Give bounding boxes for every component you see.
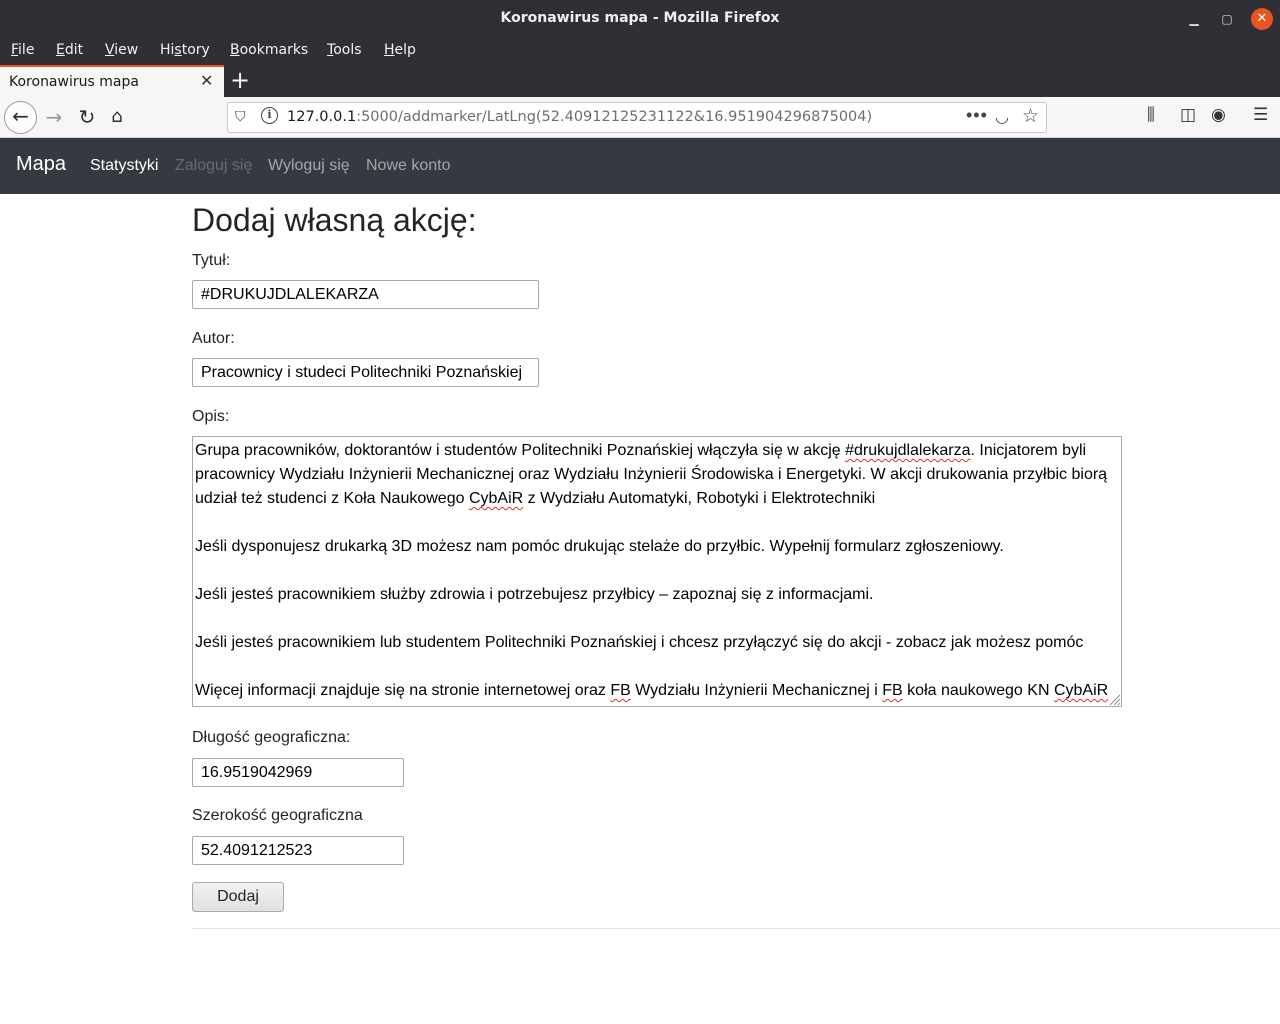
author-label: Autor: — [192, 330, 235, 347]
menu-view[interactable]: View — [105, 42, 138, 58]
window-title: Koronawirus mapa - Mozilla Firefox — [500, 10, 780, 26]
menu-tools[interactable]: Tools — [327, 42, 362, 58]
site-info-icon[interactable]: i — [261, 107, 278, 124]
menu-file[interactable]: File — [11, 42, 34, 58]
menu-help[interactable]: Help — [384, 42, 416, 58]
url-bar[interactable]: ⛉ i 127.0.0.1:5000/addmarker/LatLng(52.4… — [227, 102, 1047, 133]
description-textarea[interactable]: Grupa pracowników, doktorantów i student… — [192, 436, 1122, 707]
page-title: Dodaj własną akcję: — [192, 202, 477, 238]
menu-bar: File Edit View History Bookmarks Tools H… — [0, 37, 1280, 65]
maximize-icon[interactable]: ▢ — [1216, 8, 1238, 30]
forward-icon[interactable]: → — [42, 104, 66, 130]
menu-bookmarks[interactable]: Bookmarks — [230, 42, 308, 58]
brand-link[interactable]: Mapa — [16, 153, 66, 176]
close-window-icon[interactable]: ✕ — [1251, 8, 1273, 30]
nav-wyloguj[interactable]: Wyloguj się — [268, 157, 350, 175]
tab-koronawirus-mapa[interactable]: Koronawirus mapa ✕ — [0, 65, 224, 97]
divider — [192, 928, 1280, 929]
longitude-input[interactable] — [192, 758, 404, 787]
minimize-icon[interactable]: ▁ — [1183, 8, 1205, 30]
bookmark-star-icon[interactable]: ☆ — [1022, 105, 1039, 128]
url-text[interactable]: 127.0.0.1:5000/addmarker/LatLng(52.40912… — [287, 109, 872, 125]
nav-statystyki[interactable]: Statystyki — [90, 157, 158, 175]
library-icon[interactable]: ⫼ — [1147, 105, 1155, 125]
latitude-label: Szerokość geograficzna — [192, 807, 363, 824]
resize-grip-icon[interactable] — [1107, 692, 1121, 706]
nav-zaloguj: Zaloguj się — [175, 157, 253, 174]
account-icon[interactable]: ◉ — [1211, 105, 1226, 125]
tab-title: Koronawirus mapa — [9, 74, 139, 90]
pocket-icon[interactable]: ◡ — [995, 107, 1009, 127]
title-input[interactable] — [192, 280, 539, 309]
reload-icon[interactable]: ↻ — [75, 104, 99, 130]
tab-bar: Koronawirus mapa ✕ + — [0, 65, 1280, 97]
tab-close-icon[interactable]: ✕ — [200, 71, 213, 90]
title-label: Tytuł: — [192, 252, 231, 269]
menu-history[interactable]: History — [160, 42, 210, 58]
site-navbar: Mapa Statystyki Zaloguj się Wyloguj się … — [0, 138, 1280, 194]
tracking-shield-icon[interactable]: ⛉ — [235, 108, 246, 125]
submit-button[interactable]: Dodaj — [192, 882, 284, 912]
nav-toolbar: ← → ↻ ⌂ ⛉ i 127.0.0.1:5000/addmarker/Lat… — [0, 97, 1280, 138]
hamburger-menu-icon[interactable]: ☰ — [1253, 105, 1268, 125]
menu-edit[interactable]: Edit — [56, 42, 83, 58]
page-actions-icon[interactable]: ••• — [966, 105, 988, 126]
latitude-input[interactable] — [192, 836, 404, 865]
home-icon[interactable]: ⌂ — [105, 104, 129, 130]
nav-nowe-konto[interactable]: Nowe konto — [366, 157, 451, 175]
sidebar-icon[interactable]: ◫ — [1180, 105, 1196, 125]
longitude-label: Długość geograficzna: — [192, 729, 351, 746]
author-input[interactable] — [192, 358, 539, 387]
new-tab-icon[interactable]: + — [230, 66, 250, 94]
window-titlebar: Koronawirus mapa - Mozilla Firefox ▁ ▢ ✕ — [0, 0, 1280, 37]
description-label: Opis: — [192, 408, 230, 425]
back-icon[interactable]: ← — [4, 101, 37, 134]
